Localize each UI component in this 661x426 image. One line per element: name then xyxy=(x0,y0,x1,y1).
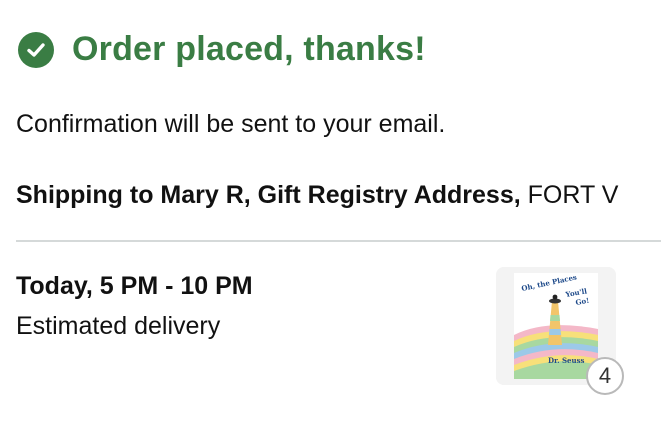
confirmation-text: Confirmation will be sent to your email. xyxy=(16,110,446,138)
shipping-city: FORT V xyxy=(520,181,619,209)
order-confirmation-header: Order placed, thanks! xyxy=(18,30,426,69)
check-circle-icon xyxy=(18,31,54,68)
delivery-label: Estimated delivery xyxy=(16,312,221,340)
quantity-badge: 4 xyxy=(586,357,624,395)
shipping-address: Shipping to Mary R, Gift Registry Addres… xyxy=(16,181,661,210)
page-title: Order placed, thanks! xyxy=(72,30,426,68)
shipping-label: Shipping to Mary R, Gift Registry Addres… xyxy=(16,181,521,209)
delivery-window: Today, 5 PM - 10 PM xyxy=(16,272,253,300)
divider xyxy=(16,240,661,242)
svg-text:Dr. Seuss: Dr. Seuss xyxy=(548,356,585,365)
